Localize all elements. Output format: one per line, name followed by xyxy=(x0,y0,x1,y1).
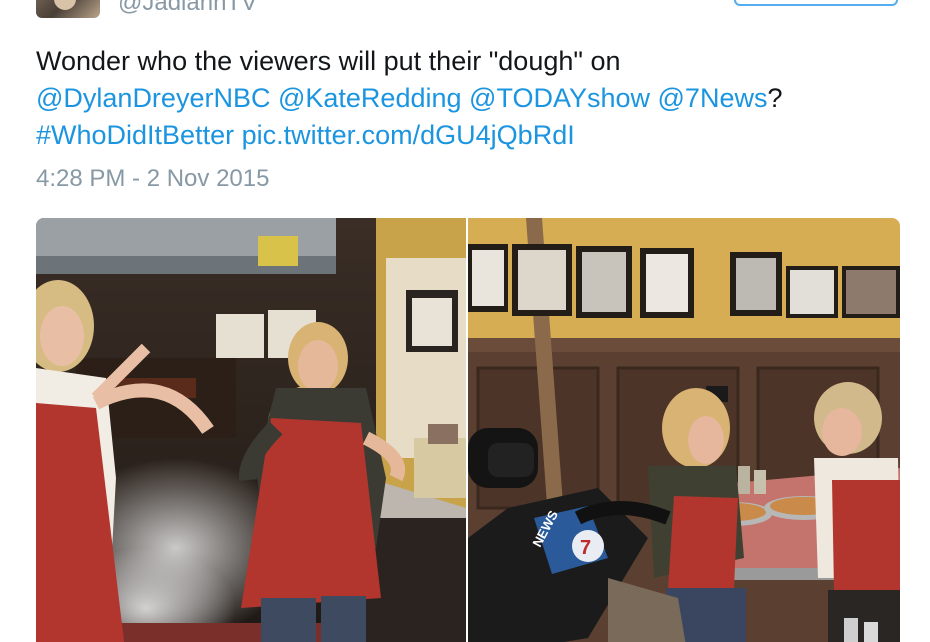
question-mark: ? xyxy=(767,83,783,113)
tweet-timestamp[interactable]: 4:28 PM - 2 Nov 2015 xyxy=(36,163,269,195)
mention-link-kate[interactable]: @KateRedding xyxy=(278,83,462,113)
pic-link[interactable]: pic.twitter.com/dGU4jQbRdI xyxy=(242,120,575,150)
avatar[interactable] xyxy=(36,0,100,18)
pizza-eating-photo[interactable]: 7 NEWS xyxy=(468,218,900,642)
user-handle[interactable]: @JadiannTV xyxy=(118,0,257,18)
camera-logo-text: 7 xyxy=(580,537,591,559)
pizza-kitchen-photo[interactable] xyxy=(36,218,466,642)
mention-link-dylan[interactable]: @DylanDreyerNBC xyxy=(36,83,270,113)
media-grid: 7 NEWS xyxy=(36,218,900,642)
mention-link-today[interactable]: @TODAYshow xyxy=(469,83,650,113)
tweet-card: @JadiannTV Wonder who the viewers will p… xyxy=(0,0,930,642)
follow-button[interactable] xyxy=(734,0,898,6)
tweet-text-lead: Wonder who the viewers will put their "d… xyxy=(36,46,621,76)
tweet-text: Wonder who the viewers will put their "d… xyxy=(36,43,906,154)
hashtag-link[interactable]: #WhoDidItBetter xyxy=(36,120,234,150)
mention-link-7news[interactable]: @7News xyxy=(658,83,768,113)
